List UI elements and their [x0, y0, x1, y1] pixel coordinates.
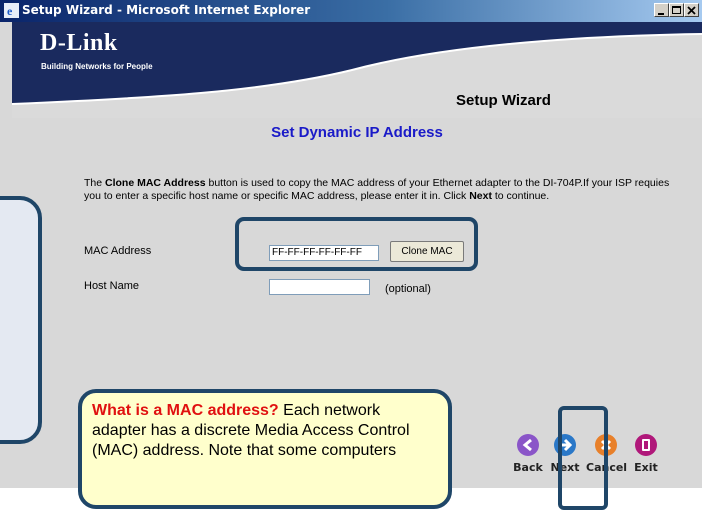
exit-label: Exit	[634, 461, 658, 474]
wizard-title: Setup Wizard	[456, 92, 551, 109]
mac-address-tip-callout: What is a MAC address? Each network adap…	[78, 389, 452, 509]
mac-field-highlight	[235, 217, 478, 271]
browser-window: e Setup Wizard - Microsoft Internet Expl…	[0, 0, 702, 510]
description-text: The Clone MAC Address button is used to …	[84, 177, 674, 203]
host-name-label: Host Name	[84, 280, 140, 292]
maximize-button[interactable]	[669, 3, 684, 17]
svg-text:e: e	[7, 4, 13, 18]
page-header: D-Link Building Networks for People Setu…	[12, 22, 702, 118]
host-name-hint: (optional)	[385, 283, 431, 295]
mac-address-label: MAC Address	[84, 245, 152, 257]
minimize-icon	[658, 13, 664, 15]
back-icon	[517, 434, 539, 456]
maximize-icon	[672, 6, 681, 14]
window-titlebar[interactable]: e Setup Wizard - Microsoft Internet Expl…	[0, 0, 702, 22]
dlink-logo: D-Link	[40, 30, 118, 56]
minimize-button[interactable]	[654, 3, 669, 17]
exit-button[interactable]: Exit	[626, 434, 666, 474]
clone-mac-emphasis: Clone MAC Address	[105, 177, 206, 189]
back-button[interactable]: Back	[508, 434, 548, 474]
left-callout-box	[0, 196, 42, 444]
exit-icon	[635, 434, 657, 456]
logo-tagline: Building Networks for People	[41, 62, 153, 71]
host-name-input[interactable]	[269, 279, 370, 295]
section-title: Set Dynamic IP Address	[271, 124, 443, 141]
internet-explorer-icon: e	[4, 3, 19, 18]
description-part: to continue.	[491, 190, 550, 202]
tip-question: What is a MAC address?	[92, 402, 279, 419]
back-label: Back	[513, 461, 543, 474]
close-icon	[687, 6, 696, 15]
next-button-highlight	[558, 406, 608, 510]
close-window-button[interactable]	[684, 3, 699, 17]
description-part: The	[84, 177, 106, 189]
next-emphasis: Next	[469, 190, 492, 202]
window-title: Setup Wizard - Microsoft Internet Explor…	[22, 3, 311, 17]
